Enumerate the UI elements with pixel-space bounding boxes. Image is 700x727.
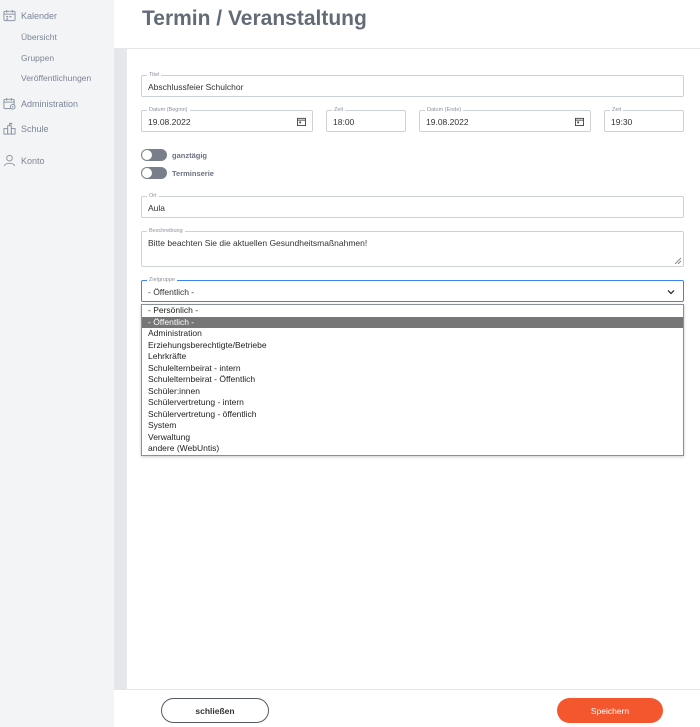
sidebar-item-label: Konto xyxy=(21,155,45,166)
location-value: Aula xyxy=(148,203,166,213)
description-value: Bitte beachten Sie die aktuellen Gesundh… xyxy=(148,238,368,248)
audience-option[interactable]: Verwaltung xyxy=(142,432,683,444)
sidebar-item-administration[interactable]: Administration xyxy=(3,97,78,110)
toggle-knob xyxy=(142,150,152,160)
sidebar-item-overview[interactable]: Übersicht xyxy=(21,32,57,42)
all-day-label: ganztägig xyxy=(172,150,207,160)
audience-option[interactable]: Administration xyxy=(142,328,683,340)
audience-option[interactable]: Schülervertretung - intern xyxy=(142,397,683,409)
start-time-field[interactable]: Zeit 18:00 xyxy=(326,106,406,132)
end-date-field[interactable]: Datum (Ende) 19.08.2022 xyxy=(419,106,591,132)
end-date-label: Datum (Ende) xyxy=(425,106,464,114)
close-button[interactable]: schließen xyxy=(161,698,269,723)
sidebar-item-account[interactable]: Konto xyxy=(3,154,45,167)
audience-option[interactable]: System xyxy=(142,420,683,432)
end-date-value: 19.08.2022 xyxy=(426,117,469,127)
sidebar-item-label: Administration xyxy=(21,98,79,109)
all-day-row: ganztägig xyxy=(141,149,207,161)
start-time-value: 18:00 xyxy=(333,117,355,127)
end-time-value: 19:30 xyxy=(611,117,633,127)
school-icon xyxy=(3,122,16,135)
sidebar-item-calendar[interactable]: Kalender xyxy=(3,9,57,22)
audience-option[interactable]: Schülervertretung - öffentlich xyxy=(142,409,683,421)
start-date-field[interactable]: Datum (Beginn) 19.08.2022 xyxy=(141,106,313,132)
audience-value: - Öffentlich - xyxy=(148,287,195,297)
audience-label: Zielgruppe xyxy=(147,276,177,284)
admin-calendar-icon xyxy=(3,97,16,110)
sidebar-item-label: Kalender xyxy=(21,10,58,21)
description-field[interactable]: Beschreibung Bitte beachten Sie die aktu… xyxy=(141,227,684,267)
audience-options-list: - Persönlich -- Öffentlich - Administrati… xyxy=(141,304,684,456)
audience-option[interactable]: Erziehungsberechtigte/Betriebe xyxy=(142,340,683,352)
location-label: Ort xyxy=(147,192,159,200)
audience-option[interactable]: Lehrkräfte xyxy=(142,351,683,363)
series-toggle[interactable] xyxy=(141,167,167,179)
description-label: Beschreibung xyxy=(147,227,185,235)
start-time-label: Zeit xyxy=(332,106,346,114)
title-field-label: Titel xyxy=(147,71,162,79)
series-label: Terminserie xyxy=(172,168,214,178)
audience-select[interactable]: Zielgruppe - Öffentlich - xyxy=(141,276,684,302)
sidebar: Kalender Übersicht Gruppen Veröffentlich… xyxy=(0,0,114,727)
audience-option[interactable]: - Persönlich - xyxy=(142,305,683,317)
audience-option[interactable]: Schulelternbeirat - Öffentlich xyxy=(142,374,683,386)
audience-option[interactable]: Schüler:innen xyxy=(142,386,683,398)
end-time-field[interactable]: Zeit 19:30 xyxy=(604,106,684,132)
title-field[interactable]: Titel Abschlussfeier Schulchor xyxy=(141,71,684,97)
header: Termin / Veranstaltung xyxy=(114,0,700,49)
sidebar-item-label: Schule xyxy=(21,123,49,134)
chevron-down-icon xyxy=(667,290,675,295)
toggle-knob xyxy=(142,168,152,178)
start-date-label: Datum (Beginn) xyxy=(147,106,190,114)
start-date-value: 19.08.2022 xyxy=(148,117,191,127)
save-button[interactable]: Speichern xyxy=(557,698,663,723)
footer: schließen Speichern xyxy=(114,689,700,727)
location-field[interactable]: Ort Aula xyxy=(141,192,684,218)
audience-option[interactable]: andere (WebUntis) xyxy=(142,443,683,455)
resize-grip-icon[interactable] xyxy=(674,257,681,264)
page-title: Termin / Veranstaltung xyxy=(142,7,367,30)
audience-option[interactable]: Schulelternbeirat - intern xyxy=(142,363,683,375)
calendar-icon xyxy=(3,9,16,22)
user-icon xyxy=(3,154,16,167)
series-row: Terminserie xyxy=(141,167,214,179)
audience-option[interactable]: - Öffentlich - xyxy=(142,316,683,328)
date-picker-icon[interactable] xyxy=(297,117,306,126)
sidebar-item-publications[interactable]: Veröffentlichungen xyxy=(21,73,91,83)
end-time-label: Zeit xyxy=(610,106,624,114)
title-field-value: Abschlussfeier Schulchor xyxy=(148,82,244,92)
sidebar-item-groups[interactable]: Gruppen xyxy=(21,53,54,63)
gutter xyxy=(114,49,127,689)
all-day-toggle[interactable] xyxy=(141,149,167,161)
sidebar-item-school[interactable]: Schule xyxy=(3,122,49,135)
date-picker-icon[interactable] xyxy=(575,117,584,126)
